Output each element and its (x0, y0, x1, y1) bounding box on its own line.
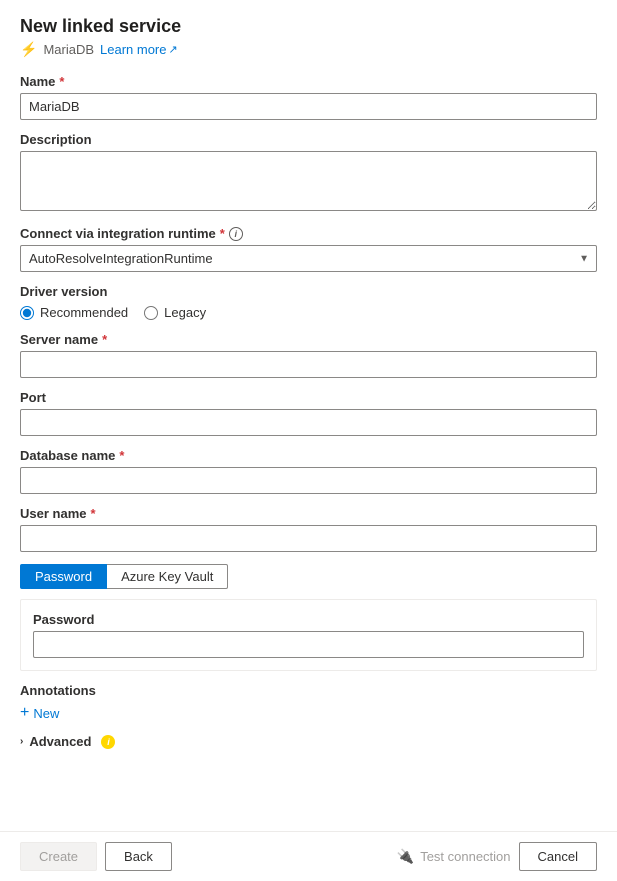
runtime-dropdown-wrapper: AutoResolveIntegrationRuntime ▼ (20, 245, 597, 272)
plus-icon: + (20, 704, 29, 722)
mariadb-icon: ⚡ (20, 41, 37, 58)
runtime-label: Connect via integration runtime * i (20, 226, 597, 241)
database-name-label-text: Database name (20, 448, 115, 463)
password-tab-button[interactable]: Password (20, 564, 107, 589)
radio-legacy-input[interactable] (144, 306, 158, 320)
name-input[interactable] (20, 93, 597, 120)
name-required-star: * (59, 74, 64, 89)
database-name-required-star: * (119, 448, 124, 463)
create-button[interactable]: Create (20, 842, 97, 871)
azure-key-vault-tab-button[interactable]: Azure Key Vault (107, 564, 228, 589)
radio-recommended-label: Recommended (40, 305, 128, 320)
test-conn-icon: 🔌 (397, 848, 414, 865)
advanced-label: Advanced (29, 734, 91, 749)
radio-recommended[interactable]: Recommended (20, 305, 128, 320)
user-name-label: User name * (20, 506, 597, 521)
annotations-label: Annotations (20, 683, 597, 698)
runtime-required-star: * (220, 226, 225, 241)
description-label: Description (20, 132, 597, 147)
radio-legacy[interactable]: Legacy (144, 305, 206, 320)
user-name-field-group: User name * (20, 506, 597, 552)
port-input[interactable] (20, 409, 597, 436)
subtitle-db-name: MariaDB (43, 42, 94, 57)
server-name-label-text: Server name (20, 332, 98, 347)
cancel-button[interactable]: Cancel (519, 842, 597, 871)
user-name-required-star: * (90, 506, 95, 521)
name-label: Name * (20, 74, 597, 89)
annotations-section: Annotations + New (20, 683, 597, 722)
footer-left: Create Back (20, 842, 172, 871)
footer-bar: Create Back 🔌 Test connection Cancel (0, 831, 617, 881)
port-label-text: Port (20, 390, 46, 405)
password-field-label: Password (33, 612, 584, 627)
learn-more-link[interactable]: Learn more ↗ (100, 42, 178, 57)
driver-version-radio-group: Recommended Legacy (20, 305, 597, 320)
database-name-field-group: Database name * (20, 448, 597, 494)
user-name-input[interactable] (20, 525, 597, 552)
runtime-select[interactable]: AutoResolveIntegrationRuntime (20, 245, 597, 272)
server-name-label: Server name * (20, 332, 597, 347)
description-label-text: Description (20, 132, 92, 147)
database-name-label: Database name * (20, 448, 597, 463)
port-label: Port (20, 390, 597, 405)
new-annotation-button[interactable]: + New (20, 704, 59, 722)
port-field-group: Port (20, 390, 597, 436)
driver-version-label: Driver version (20, 284, 597, 299)
advanced-section: › Advanced i (20, 734, 597, 749)
radio-legacy-label: Legacy (164, 305, 206, 320)
server-name-field-group: Server name * (20, 332, 597, 378)
chevron-right-icon: › (20, 736, 23, 747)
test-connection-label: Test connection (420, 849, 510, 864)
radio-recommended-input[interactable] (20, 306, 34, 320)
subtitle-row: ⚡ MariaDB Learn more ↗ (20, 41, 597, 58)
advanced-toggle-button[interactable]: › Advanced i (20, 734, 115, 749)
new-btn-label: New (33, 706, 59, 721)
password-field-section: Password (20, 599, 597, 671)
name-field-group: Name * (20, 74, 597, 120)
server-name-required-star: * (102, 332, 107, 347)
password-tab-group: Password Azure Key Vault (20, 564, 597, 589)
runtime-field-group: Connect via integration runtime * i Auto… (20, 226, 597, 272)
server-name-input[interactable] (20, 351, 597, 378)
page-title: New linked service (20, 16, 597, 37)
database-name-input[interactable] (20, 467, 597, 494)
advanced-info-icon[interactable]: i (101, 735, 115, 749)
description-field-group: Description (20, 132, 597, 214)
runtime-label-text: Connect via integration runtime (20, 226, 216, 241)
name-label-text: Name (20, 74, 55, 89)
driver-version-section: Driver version Recommended Legacy (20, 284, 597, 320)
learn-more-text: Learn more (100, 42, 166, 57)
password-section: Password Azure Key Vault Password (20, 564, 597, 671)
test-connection-button[interactable]: 🔌 Test connection (397, 848, 511, 865)
user-name-label-text: User name (20, 506, 86, 521)
footer-right: 🔌 Test connection Cancel (397, 842, 597, 871)
back-button[interactable]: Back (105, 842, 172, 871)
runtime-info-icon[interactable]: i (229, 227, 243, 241)
external-link-icon: ↗ (169, 43, 178, 56)
password-input[interactable] (33, 631, 584, 658)
description-textarea[interactable] (20, 151, 597, 211)
